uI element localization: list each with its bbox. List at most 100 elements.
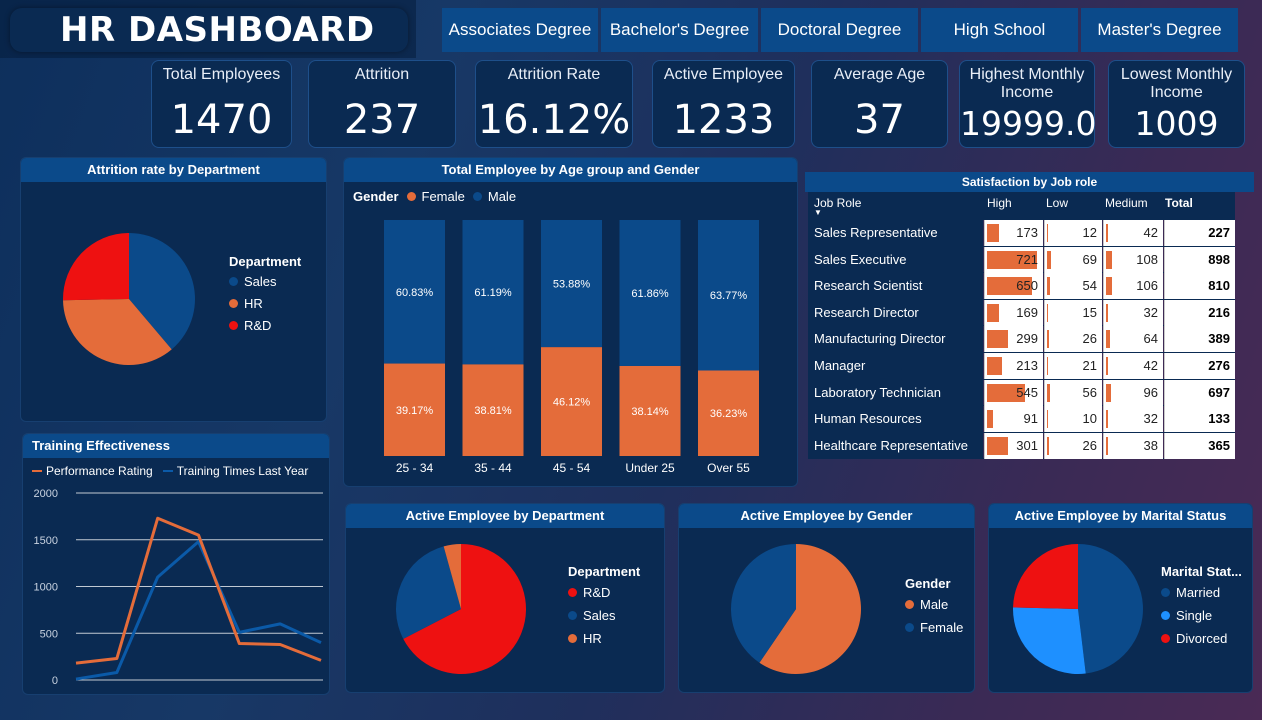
cell-total: 216 [1164,299,1235,326]
data-label-female: 39.17% [396,405,434,417]
cell-value: 10 [1082,411,1097,427]
active-dept-legend: Department R&D Sales HR [568,564,640,646]
data-bar [1106,303,1108,322]
x-tick-label: Over 55 [707,461,750,475]
legend-label: HR [583,631,602,646]
cell-value: 15 [1082,304,1097,320]
legend-title: Department [229,254,302,269]
pie-slice-single[interactable] [1013,607,1086,674]
legend-item-married[interactable]: Married [1161,585,1242,600]
active-by-marital-status-panel: Active Employee by Marital Status Marita… [988,503,1253,693]
data-bar [987,330,1008,349]
cell-low: 15 [1044,299,1102,326]
legend-dot [229,299,238,308]
sort-down-icon[interactable]: ▼ [814,208,822,217]
cell-value: 38 [1143,437,1158,453]
legend-label: Male [920,597,949,612]
table-row[interactable]: Research Director 169 15 32 216 [808,299,1235,327]
cell-value: 545 [1016,384,1038,400]
data-bar [1047,383,1051,402]
cell-high: 173 [984,220,1043,246]
cell-value: 91 [1023,411,1038,427]
kpi-total-employees: Total Employees 1470 [151,60,292,148]
data-bar [1047,224,1048,242]
legend-item-sales[interactable]: Sales [229,274,301,289]
data-label-male: 63.77% [710,290,748,302]
filter-masters-degree[interactable]: Master's Degree [1081,8,1238,52]
kpi-highest-monthly-income: Highest Monthly Income 19999.0 [959,60,1096,148]
legend-item-rnd[interactable]: R&D [568,585,640,600]
y-tick-label: 500 [40,628,58,640]
data-bar [1047,303,1048,322]
x-tick-label: Under 25 [625,461,675,475]
legend-dot [1161,634,1170,643]
kpi-attrition: Attrition 237 [308,60,456,148]
cell-value: 108 [1136,251,1158,267]
data-bar [1106,357,1109,375]
filter-associates-degree[interactable]: Associates Degree [442,8,598,52]
kpi-attrition-rate: Attrition Rate 16.12% [475,60,633,148]
pie-slice-divorced[interactable] [1013,544,1078,609]
legend-dot [568,611,577,620]
kpi-label: Active Employee [663,66,784,83]
satisfaction-title: Satisfaction by Job role [805,172,1254,192]
age-gender-panel: Total Employee by Age group and Gender G… [343,157,798,487]
data-bar [987,224,999,242]
training-effectiveness-panel: Training Effectiveness Performance Ratin… [22,433,330,695]
cell-total: 133 [1164,406,1235,433]
table-row[interactable]: Manager 213 21 42 276 [808,353,1235,380]
filter-doctoral-degree[interactable]: Doctoral Degree [761,8,918,52]
table-row[interactable]: Sales Executive 721 69 108 898 [808,246,1235,274]
attrition-by-department-panel: Attrition rate by Department Department … [20,157,327,422]
pie-slice-r-d[interactable] [63,233,129,301]
table-row[interactable]: Research Scientist 650 54 106 810 [808,273,1235,300]
cell-low: 26 [1044,432,1102,459]
col-high[interactable]: High [987,196,1012,210]
legend-item-female[interactable]: Female [905,620,963,635]
table-row[interactable]: Laboratory Technician 545 56 96 697 [808,379,1235,407]
kpi-label: Attrition Rate [507,66,601,83]
cell-value: 213 [1016,358,1038,373]
cell-total: 898 [1164,246,1235,273]
table-row[interactable]: Healthcare Representative 301 26 38 365 [808,432,1235,460]
legend-item-hr[interactable]: HR [568,631,640,646]
table-row[interactable]: Sales Representative 173 12 42 227 [808,220,1235,247]
cell-medium: 42 [1103,220,1163,246]
legend-item-single[interactable]: Single [1161,608,1242,623]
cell-value: 64 [1143,331,1158,347]
kpi-value: 1233 [672,97,775,143]
legend-dot [229,321,238,330]
legend-item-rnd[interactable]: R&D [229,318,301,333]
col-medium[interactable]: Medium [1105,196,1148,210]
legend-item-hr[interactable]: HR [229,296,301,311]
kpi-lowest-monthly-income: Lowest Monthly Income 1009 [1108,60,1245,148]
cell-high: 91 [984,406,1043,433]
legend-label: Female [920,620,964,635]
cell-job-role: Healthcare Representative [808,432,983,459]
legend-item-divorced[interactable]: Divorced [1161,631,1242,646]
cell-low: 21 [1044,353,1102,379]
legend-dot [568,588,577,597]
col-low[interactable]: Low [1046,196,1068,210]
cell-value: 42 [1143,358,1158,373]
cell-high: 301 [984,432,1043,459]
cell-job-role: Laboratory Technician [808,379,983,406]
cell-value: 721 [1016,251,1038,267]
cell-value: 106 [1136,278,1158,294]
filter-bachelors-degree[interactable]: Bachelor's Degree [601,8,758,52]
cell-value: 21 [1082,358,1097,373]
table-row[interactable]: Human Resources 91 10 32 133 [808,406,1235,433]
filter-high-school[interactable]: High School [921,8,1078,52]
pie-slice-married[interactable] [1078,544,1144,674]
table-row[interactable]: Manufacturing Director 299 26 64 389 [808,326,1235,353]
legend-item-sales[interactable]: Sales [568,608,640,623]
data-label-male: 61.86% [631,288,669,300]
data-label-female: 36.23% [710,408,748,420]
cell-low: 56 [1044,379,1102,406]
kpi-active-employee: Active Employee 1233 [652,60,795,148]
cell-high: 721 [984,246,1043,273]
legend-label: R&D [583,585,611,600]
cell-medium: 108 [1103,246,1163,273]
col-total[interactable]: Total [1165,196,1193,210]
legend-item-male[interactable]: Male [905,597,963,612]
